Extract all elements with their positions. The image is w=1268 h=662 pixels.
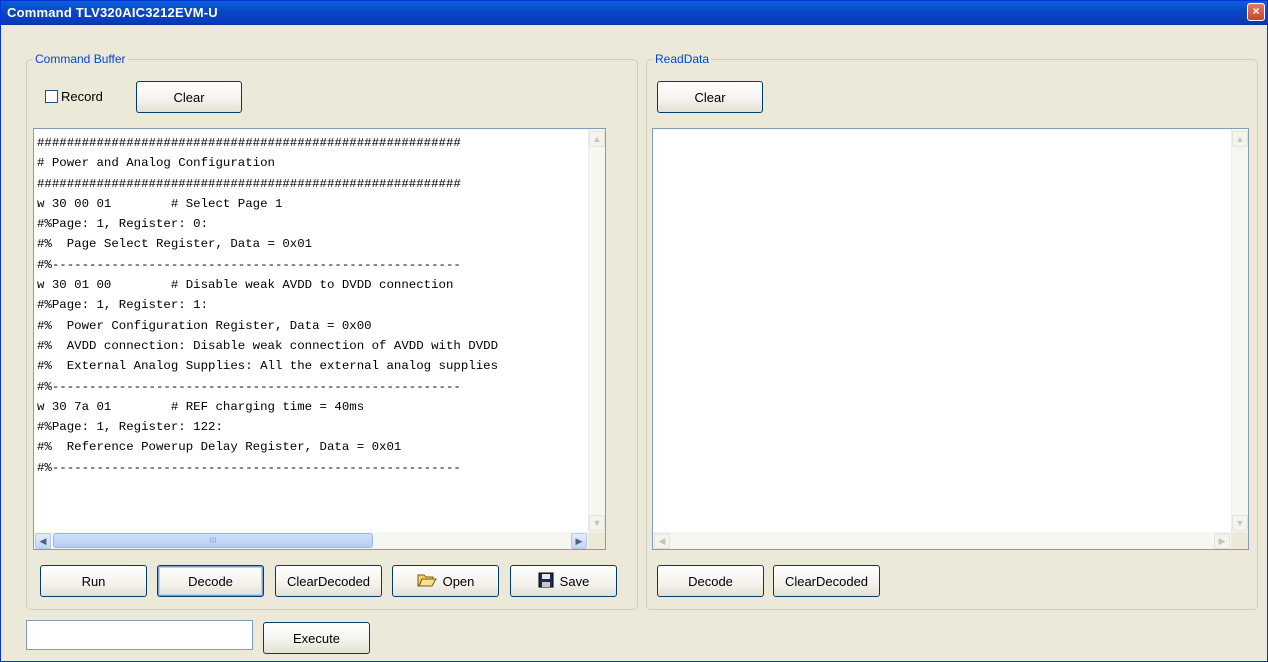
scroll-up-icon: ▲	[592, 134, 602, 144]
read-clear-decoded-label: ClearDecoded	[784, 573, 869, 589]
command-window: Command TLV320AIC3212EVM-U × Command Buf…	[0, 0, 1268, 662]
read-decode-label: Decode	[688, 573, 733, 589]
read-clear-decoded-button[interactable]: ClearDecoded	[773, 565, 880, 597]
read-clear-button[interactable]: Clear	[657, 81, 763, 113]
scroll-left-icon: ◀	[658, 536, 666, 546]
record-label: Record	[61, 89, 103, 104]
command-clear-button[interactable]: Clear	[136, 81, 242, 113]
read-decode-button[interactable]: Decode	[657, 565, 764, 597]
command-clear-decoded-button[interactable]: ClearDecoded	[275, 565, 382, 597]
close-button[interactable]: ×	[1247, 3, 1265, 21]
scrollbar-corner	[1231, 532, 1248, 549]
open-label: Open	[442, 573, 475, 589]
scroll-left-button[interactable]: ◀	[35, 533, 51, 549]
command-clear-label: Clear	[173, 89, 205, 105]
execute-button[interactable]: Execute	[263, 622, 370, 654]
scroll-down-icon: ▼	[1235, 518, 1245, 528]
scroll-thumb-grip: III	[209, 536, 217, 545]
execute-input[interactable]	[26, 620, 253, 650]
read-scroll-left-button[interactable]: ◀	[654, 533, 670, 549]
execute-label: Execute	[293, 630, 340, 646]
command-decode-button[interactable]: Decode	[157, 565, 264, 597]
read-scroll-right-button[interactable]: ▶	[1214, 533, 1230, 549]
command-buffer-textarea[interactable]: ########################################…	[33, 128, 606, 550]
read-scroll-up-button[interactable]: ▲	[1232, 131, 1248, 147]
scroll-up-icon: ▲	[1235, 134, 1245, 144]
command-decode-label: Decode	[188, 573, 233, 589]
scroll-right-icon: ▶	[575, 536, 583, 546]
scroll-right-button[interactable]: ▶	[571, 533, 587, 549]
scroll-down-icon: ▼	[592, 518, 602, 528]
record-checkbox-box[interactable]	[45, 90, 58, 103]
read-data-textarea[interactable]: ▲ ▼ ◀ ▶	[652, 128, 1249, 550]
record-checkbox[interactable]: Record	[45, 89, 103, 104]
read-horizontal-scrollbar[interactable]: ◀ ▶	[653, 532, 1232, 549]
save-button[interactable]: Save	[510, 565, 617, 597]
title-bar[interactable]: Command TLV320AIC3212EVM-U ×	[1, 1, 1267, 25]
save-label: Save	[559, 573, 590, 589]
scroll-right-icon: ▶	[1218, 536, 1226, 546]
command-horizontal-scrollbar[interactable]: ◀ III ▶	[34, 532, 589, 549]
read-data-legend: ReadData	[655, 52, 710, 66]
horizontal-scroll-thumb[interactable]: III	[53, 533, 373, 548]
scroll-up-button[interactable]: ▲	[589, 131, 605, 147]
scrollbar-corner	[588, 532, 605, 549]
window-title: Command TLV320AIC3212EVM-U	[7, 5, 218, 20]
folder-open-icon	[417, 572, 437, 591]
scroll-down-button[interactable]: ▼	[589, 515, 605, 531]
run-label: Run	[81, 573, 106, 589]
command-clear-decoded-label: ClearDecoded	[286, 573, 371, 589]
close-icon: ×	[1252, 4, 1260, 18]
run-button[interactable]: Run	[40, 565, 147, 597]
command-vertical-scrollbar[interactable]: ▲ ▼	[588, 129, 605, 533]
open-button[interactable]: Open	[392, 565, 499, 597]
read-scroll-down-button[interactable]: ▼	[1232, 515, 1248, 531]
read-clear-label: Clear	[694, 89, 726, 105]
command-buffer-legend: Command Buffer	[35, 52, 126, 66]
scroll-left-icon: ◀	[39, 536, 47, 546]
read-vertical-scrollbar[interactable]: ▲ ▼	[1231, 129, 1248, 533]
command-buffer-text: ########################################…	[37, 136, 499, 475]
floppy-disk-icon	[538, 572, 554, 591]
